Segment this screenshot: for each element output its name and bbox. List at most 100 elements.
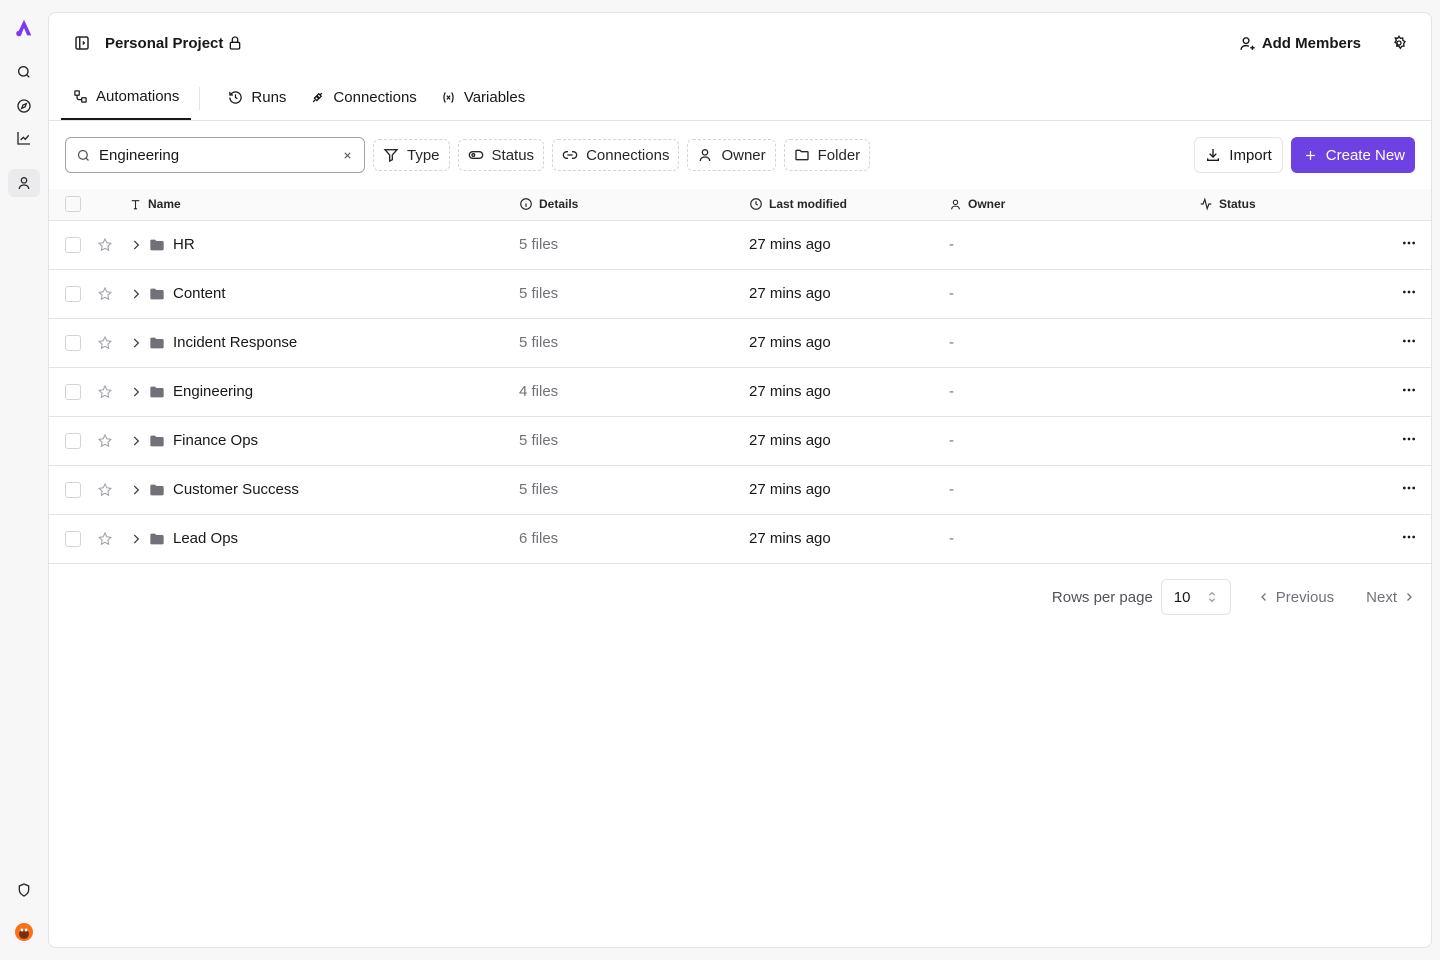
row-name[interactable]: Incident Response: [173, 334, 297, 351]
row-status: [1199, 514, 1393, 563]
more-options-icon[interactable]: [1401, 529, 1417, 545]
search-input[interactable]: [99, 146, 333, 164]
filter-connections-button[interactable]: Connections: [552, 139, 680, 171]
create-new-button[interactable]: Create New: [1290, 137, 1415, 173]
row-owner: -: [949, 334, 954, 351]
row-status: [1199, 465, 1393, 514]
chevron-right-icon[interactable]: [129, 336, 143, 350]
filter-label: Owner: [721, 146, 766, 164]
app-logo-icon[interactable]: [8, 14, 40, 42]
table-row[interactable]: HR 5 files 27 mins ago -: [49, 220, 1431, 269]
more-options-icon[interactable]: [1401, 333, 1417, 349]
table-row[interactable]: Incident Response 5 files 27 mins ago -: [49, 318, 1431, 367]
tab-variables[interactable]: Variables: [429, 75, 537, 120]
row-checkbox[interactable]: [65, 236, 81, 253]
shield-icon[interactable]: [8, 876, 40, 904]
row-status: [1199, 367, 1393, 416]
row-details: 5 files: [519, 236, 559, 253]
add-members-button[interactable]: Add Members: [1239, 35, 1361, 52]
column-header-owner[interactable]: Owner: [949, 197, 1199, 211]
table-row[interactable]: Content 5 files 27 mins ago -: [49, 269, 1431, 318]
row-checkbox[interactable]: [65, 481, 81, 498]
star-icon[interactable]: [97, 384, 129, 400]
row-checkbox[interactable]: [65, 334, 81, 351]
row-name[interactable]: Customer Success: [173, 481, 299, 498]
filter-icon: [383, 147, 399, 163]
star-icon[interactable]: [97, 237, 129, 253]
column-header-details[interactable]: Details: [519, 197, 749, 211]
chevron-right-icon: [1403, 591, 1415, 603]
sidebar-toggle-icon[interactable]: [73, 34, 91, 52]
star-icon[interactable]: [97, 482, 129, 498]
row-details: 6 files: [519, 530, 559, 547]
more-options-icon[interactable]: [1401, 382, 1417, 398]
search-box: [65, 137, 365, 173]
table-row[interactable]: Customer Success 5 files 27 mins ago -: [49, 465, 1431, 514]
star-icon[interactable]: [97, 286, 129, 302]
filter-owner-button[interactable]: Owner: [687, 139, 776, 171]
row-name[interactable]: Finance Ops: [173, 432, 258, 449]
row-details: 5 files: [519, 334, 559, 351]
user-icon[interactable]: [8, 169, 40, 197]
column-header-status[interactable]: Status: [1199, 197, 1393, 211]
gear-icon[interactable]: [1391, 35, 1407, 51]
star-icon[interactable]: [97, 531, 129, 547]
column-header-last-modified[interactable]: Last modified: [749, 197, 949, 211]
filter-status-button[interactable]: Status: [457, 139, 545, 171]
filter-folder-button[interactable]: Folder: [783, 139, 871, 171]
chevron-right-icon[interactable]: [129, 532, 143, 546]
select-all-checkbox[interactable]: [65, 196, 81, 213]
row-owner: -: [949, 383, 954, 400]
rows-per-page-select[interactable]: 10: [1160, 579, 1231, 615]
compass-icon[interactable]: [8, 92, 40, 120]
folder-icon: [149, 482, 165, 498]
chart-line-icon[interactable]: [8, 124, 40, 152]
tab-connections[interactable]: Connections: [298, 75, 428, 120]
row-checkbox[interactable]: [65, 530, 81, 547]
more-options-icon[interactable]: [1401, 284, 1417, 300]
row-name[interactable]: HR: [173, 236, 195, 253]
column-header-name[interactable]: Name: [129, 197, 519, 211]
chevron-right-icon[interactable]: [129, 287, 143, 301]
star-icon[interactable]: [97, 335, 129, 351]
chevron-right-icon[interactable]: [129, 385, 143, 399]
more-options-icon[interactable]: [1401, 431, 1417, 447]
avatar[interactable]: [8, 918, 40, 946]
tab-runs[interactable]: Runs: [216, 75, 298, 120]
table-row[interactable]: Finance Ops 5 files 27 mins ago -: [49, 416, 1431, 465]
clear-search-icon[interactable]: [341, 149, 354, 162]
row-name[interactable]: Lead Ops: [173, 530, 238, 547]
chevron-right-icon[interactable]: [129, 238, 143, 252]
folder-icon: [149, 335, 165, 351]
lock-icon: [227, 35, 243, 51]
chevron-right-icon[interactable]: [129, 483, 143, 497]
row-checkbox[interactable]: [65, 383, 81, 400]
import-button[interactable]: Import: [1194, 137, 1283, 173]
row-last-modified: 27 mins ago: [749, 383, 831, 400]
folder-icon: [149, 237, 165, 253]
row-details: 5 files: [519, 432, 559, 449]
previous-page-button[interactable]: Previous: [1258, 589, 1334, 606]
info-icon: [519, 197, 533, 211]
row-name[interactable]: Content: [173, 285, 226, 302]
filter-type-button[interactable]: Type: [373, 139, 450, 171]
next-page-button[interactable]: Next: [1366, 589, 1415, 606]
tab-bar: Automations Runs Connections Variables: [61, 75, 537, 120]
row-checkbox[interactable]: [65, 432, 81, 449]
column-header-label: Details: [539, 197, 579, 212]
table-row[interactable]: Engineering 4 files 27 mins ago -: [49, 367, 1431, 416]
plus-icon: [1303, 148, 1318, 163]
table-row[interactable]: Lead Ops 6 files 27 mins ago -: [49, 514, 1431, 563]
row-name[interactable]: Engineering: [173, 383, 253, 400]
more-options-icon[interactable]: [1401, 235, 1417, 251]
chevron-right-icon[interactable]: [129, 434, 143, 448]
row-owner: -: [949, 530, 954, 547]
folder-icon: [794, 147, 810, 163]
add-members-label: Add Members: [1261, 34, 1361, 52]
row-status: [1199, 318, 1393, 367]
tab-automations[interactable]: Automations: [61, 75, 192, 120]
more-options-icon[interactable]: [1401, 480, 1417, 496]
search-icon[interactable]: [8, 58, 40, 86]
star-icon[interactable]: [97, 433, 129, 449]
row-checkbox[interactable]: [65, 285, 81, 302]
